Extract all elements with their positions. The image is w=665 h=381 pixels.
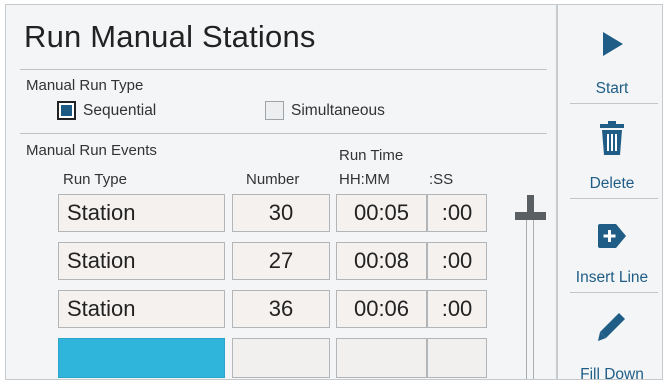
play-icon bbox=[564, 31, 660, 62]
number-cell[interactable]: 30 bbox=[232, 194, 330, 232]
start-label: Start bbox=[595, 80, 629, 97]
run-type-cell[interactable]: Station bbox=[58, 194, 225, 232]
scrollbar-track[interactable] bbox=[526, 219, 534, 379]
start-button[interactable]: Start bbox=[564, 5, 660, 97]
simultaneous-option[interactable]: Simultaneous bbox=[265, 101, 385, 120]
insert-tag-icon bbox=[564, 223, 660, 254]
run-time-seconds-cell[interactable] bbox=[427, 338, 487, 378]
sequential-checkbox[interactable] bbox=[57, 101, 76, 120]
manual-run-events-label: Manual Run Events bbox=[26, 142, 157, 159]
run-time-seconds-cell[interactable]: :00 bbox=[427, 242, 487, 280]
sidebar-separator bbox=[570, 103, 658, 104]
run-manual-stations-screen: Run Manual Stations Manual Run Type Sequ… bbox=[5, 4, 663, 380]
run-type-cell[interactable]: Station bbox=[58, 290, 225, 328]
divider bbox=[20, 133, 547, 134]
simultaneous-checkbox[interactable] bbox=[265, 101, 284, 120]
fill-down-button[interactable]: Fill Down bbox=[564, 293, 660, 380]
delete-label: Delete bbox=[589, 175, 635, 192]
number-cell[interactable]: 27 bbox=[232, 242, 330, 280]
run-time-hhmm-cell[interactable]: 00:06 bbox=[336, 290, 427, 328]
run-time-seconds-cell[interactable]: :00 bbox=[427, 194, 487, 232]
column-header-run-type: Run Type bbox=[63, 171, 127, 188]
scrollbar-handle[interactable] bbox=[515, 195, 546, 223]
scrollbar-handle-bar bbox=[515, 212, 546, 220]
divider bbox=[20, 69, 547, 70]
column-header-seconds: :SS bbox=[429, 171, 454, 188]
run-type-cell[interactable]: Station bbox=[58, 242, 225, 280]
page-title: Run Manual Stations bbox=[24, 19, 316, 54]
run-time-hhmm-cell[interactable] bbox=[336, 338, 427, 378]
pencil-icon bbox=[564, 311, 660, 348]
number-cell[interactable] bbox=[232, 338, 330, 378]
trash-icon bbox=[564, 121, 660, 160]
delete-button[interactable]: Delete bbox=[564, 105, 660, 193]
run-time-seconds-cell[interactable]: :00 bbox=[427, 290, 487, 328]
sequential-option[interactable]: Sequential bbox=[57, 101, 156, 120]
column-header-run-time: Run Time bbox=[339, 147, 404, 164]
main-panel: Run Manual Stations Manual Run Type Sequ… bbox=[6, 5, 556, 379]
column-header-number: Number bbox=[246, 171, 300, 188]
column-header-hhmm: HH:MM bbox=[339, 171, 390, 188]
sequential-label: Sequential bbox=[83, 101, 157, 119]
insert-line-button[interactable]: Insert Line bbox=[564, 199, 660, 287]
simultaneous-label: Simultaneous bbox=[291, 101, 385, 119]
run-time-hhmm-cell[interactable]: 00:05 bbox=[336, 194, 427, 232]
action-sidebar: Start Delete Insert Line Fill Down bbox=[558, 5, 662, 380]
fill-down-label: Fill Down bbox=[580, 366, 644, 380]
manual-run-type-label: Manual Run Type bbox=[26, 77, 144, 94]
run-time-hhmm-cell[interactable]: 00:08 bbox=[336, 242, 427, 280]
number-cell[interactable]: 36 bbox=[232, 290, 330, 328]
insert-line-label: Insert Line bbox=[575, 269, 649, 286]
run-type-cell-selected[interactable] bbox=[58, 338, 225, 378]
